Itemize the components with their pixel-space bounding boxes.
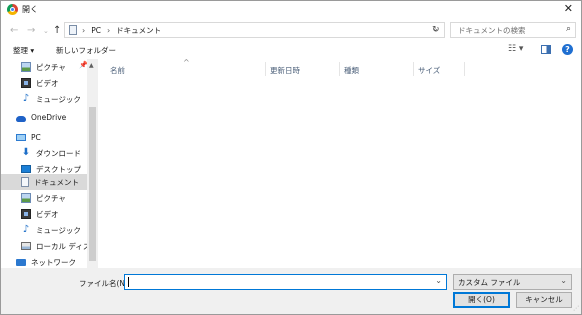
- help-icon[interactable]: ?: [562, 44, 573, 55]
- sidebar-item-label: OneDrive: [31, 112, 67, 122]
- download-icon: ⬇: [21, 147, 31, 158]
- video-icon: [21, 78, 31, 88]
- breadcrumb-separator-icon[interactable]: ›: [82, 26, 85, 35]
- video-icon: [21, 209, 31, 219]
- picture-icon: [21, 193, 31, 203]
- open-file-dialog: 開く ✕ ← → ⌄ ↑ › PC › ドキュメント ⌄ ↻ ドキュメントの検索…: [0, 0, 582, 315]
- cloud-icon: [16, 115, 26, 122]
- up-arrow-icon[interactable]: ↑: [53, 25, 61, 36]
- filename-input[interactable]: ⌄: [124, 274, 447, 290]
- view-options-icon[interactable]: ☷ ▾: [508, 44, 523, 54]
- search-placeholder: ドキュメントの検索: [458, 26, 526, 35]
- breadcrumb-documents[interactable]: ドキュメント: [116, 25, 161, 36]
- cancel-button[interactable]: キャンセル: [516, 292, 572, 308]
- sidebar-item-label: ミュージック: [36, 225, 81, 235]
- organize-button[interactable]: 整理 ▾: [13, 45, 34, 56]
- chevron-down-icon[interactable]: ⌄: [435, 276, 442, 285]
- file-type-value: カスタム ファイル: [458, 278, 521, 287]
- forward-arrow-icon[interactable]: →: [27, 25, 35, 36]
- file-list-area[interactable]: [98, 78, 581, 268]
- navigation-pane: ピクチャ 📌 ビデオ ♪ ミュージック OneDrive PC ⬇ ダウンロード…: [1, 59, 98, 268]
- sidebar-item-music[interactable]: ♪ ミュージック: [21, 222, 87, 238]
- column-divider[interactable]: [464, 62, 465, 76]
- sidebar-item-label: デスクトップ: [36, 164, 81, 174]
- sidebar-item-label: ピクチャ: [36, 193, 66, 203]
- sidebar-item-label: ビデオ: [36, 78, 59, 88]
- back-arrow-icon[interactable]: ←: [10, 25, 18, 36]
- sidebar-item-label: PC: [31, 132, 41, 142]
- sidebar-item-onedrive[interactable]: OneDrive: [16, 109, 87, 125]
- search-input[interactable]: ドキュメントの検索 ⌕: [450, 22, 576, 38]
- sidebar-item-downloads[interactable]: ⬇ ダウンロード: [21, 145, 87, 161]
- sidebar-item-label: ネットワーク: [31, 257, 76, 267]
- column-divider[interactable]: [413, 62, 414, 76]
- computer-icon: [16, 133, 26, 141]
- chrome-icon: [7, 4, 18, 15]
- breadcrumb-separator-icon[interactable]: ›: [107, 26, 110, 35]
- sidebar-item-label: ピクチャ: [36, 62, 66, 72]
- close-icon[interactable]: ✕: [564, 2, 573, 15]
- column-divider[interactable]: [339, 62, 340, 76]
- preview-pane-icon[interactable]: [541, 45, 551, 54]
- filename-label: ファイル名(N):: [79, 279, 131, 288]
- sidebar-item-documents[interactable]: ドキュメント: [1, 174, 87, 190]
- drive-icon: [21, 242, 31, 250]
- network-icon: [16, 258, 26, 266]
- column-size[interactable]: サイズ: [418, 65, 440, 76]
- breadcrumb-pc[interactable]: PC: [91, 26, 101, 35]
- breadcrumb: › PC › ドキュメント: [82, 25, 161, 36]
- open-button[interactable]: 開く(O): [453, 292, 510, 308]
- column-modified[interactable]: 更新日時: [270, 65, 300, 76]
- title-bar: 開く ✕: [1, 1, 581, 18]
- sidebar-item-pictures-quick[interactable]: ピクチャ 📌: [21, 59, 88, 75]
- column-type[interactable]: 種類: [344, 65, 359, 76]
- music-icon: ♪: [22, 224, 30, 235]
- address-bar[interactable]: › PC › ドキュメント ⌄: [64, 22, 445, 38]
- document-icon: [21, 177, 29, 187]
- sidebar-item-label: ビデオ: [36, 209, 59, 219]
- sidebar-item-pictures[interactable]: ピクチャ: [21, 190, 87, 206]
- bottom-panel: ファイル名(N): ⌄ カスタム ファイル ⌄ 開く(O) キャンセル ⋰: [1, 268, 581, 314]
- sort-ascending-icon: ^: [183, 58, 190, 67]
- sidebar-item-label: ミュージック: [36, 94, 81, 104]
- file-list-header: ^ 名前 更新日時 種類 サイズ: [98, 58, 581, 78]
- picture-icon: [21, 62, 31, 72]
- sidebar-item-label: ダウンロード: [36, 148, 81, 158]
- column-divider[interactable]: [265, 62, 266, 76]
- music-icon: ♪: [22, 93, 30, 104]
- text-caret: [128, 277, 129, 287]
- sidebar-scrollbar[interactable]: ▲: [87, 59, 98, 268]
- window-title: 開く: [22, 5, 38, 14]
- chevron-down-icon[interactable]: ⌄: [560, 276, 567, 285]
- search-icon: ⌕: [565, 24, 571, 34]
- sidebar-item-videos-quick[interactable]: ビデオ: [21, 75, 87, 91]
- document-folder-icon: [69, 25, 77, 35]
- sidebar-item-music-quick[interactable]: ♪ ミュージック: [21, 91, 87, 107]
- sidebar-item-local-disk[interactable]: ローカル ディスク (C: [21, 238, 87, 254]
- file-type-select[interactable]: カスタム ファイル ⌄: [453, 274, 572, 290]
- column-name[interactable]: 名前: [110, 65, 125, 76]
- sidebar-item-label: ローカル ディスク (C: [36, 241, 87, 251]
- scrollbar-thumb[interactable]: [89, 107, 96, 261]
- new-folder-button[interactable]: 新しいフォルダー: [56, 45, 116, 56]
- sidebar-item-label: ドキュメント: [34, 177, 79, 187]
- desktop-icon: [21, 165, 31, 173]
- refresh-icon[interactable]: ↻: [432, 25, 440, 35]
- sidebar-item-videos[interactable]: ビデオ: [21, 206, 87, 222]
- command-bar: 整理 ▾ 新しいフォルダー ☷ ▾ ?: [1, 41, 581, 59]
- scroll-up-icon[interactable]: ▲: [89, 62, 94, 69]
- resize-grip-icon[interactable]: ⋰: [573, 305, 579, 312]
- recent-locations-chevron-icon[interactable]: ⌄: [43, 27, 49, 35]
- sidebar-item-pc[interactable]: PC: [16, 129, 87, 145]
